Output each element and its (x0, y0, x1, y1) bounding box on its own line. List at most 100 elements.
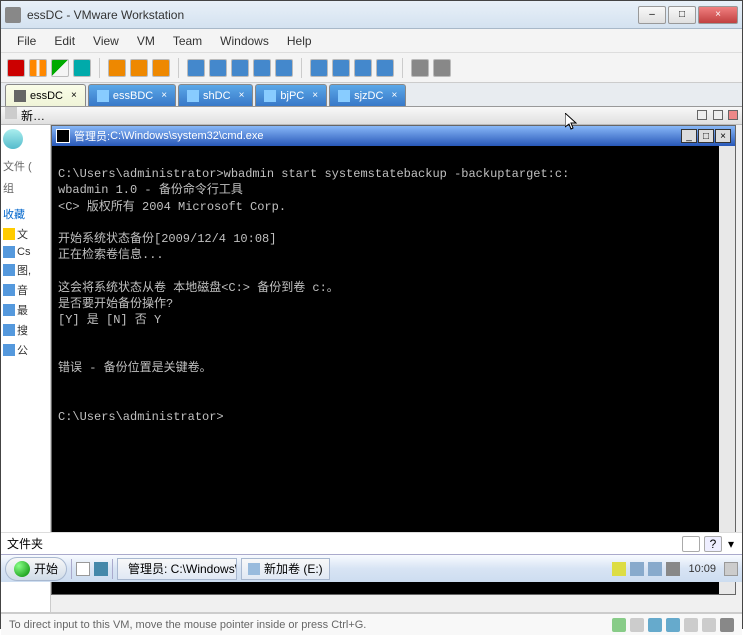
vm-tab-sjzdc[interactable]: sjzDC × (329, 84, 406, 106)
tray-icon[interactable] (612, 562, 626, 576)
show-summary-button[interactable] (209, 59, 227, 77)
usb-icon[interactable] (684, 618, 698, 632)
menu-help[interactable]: Help (279, 32, 320, 50)
view-slider-button[interactable] (682, 536, 700, 552)
guest-min-button[interactable] (697, 110, 707, 120)
vm-tab-shdc[interactable]: shDC × (178, 84, 253, 106)
tray-icon[interactable] (630, 562, 644, 576)
vm-tab-essbdc[interactable]: essBDC × (88, 84, 176, 106)
menu-windows[interactable]: Windows (212, 32, 277, 50)
system-tray[interactable]: 10:09 (612, 562, 738, 576)
show-appliance-button[interactable] (231, 59, 249, 77)
vm-tab-essdc[interactable]: essDC × (5, 84, 86, 106)
sound-icon[interactable] (702, 618, 716, 632)
capture-movie-button[interactable] (354, 59, 372, 77)
tab-icon (264, 90, 276, 102)
close-button[interactable]: × (698, 6, 738, 24)
suspend-button[interactable] (29, 59, 47, 77)
unity-button[interactable] (310, 59, 328, 77)
maximize-button[interactable]: □ (668, 6, 696, 24)
guest-max-button[interactable] (713, 110, 723, 120)
folder-icon (3, 324, 15, 336)
tab-label: shDC (203, 90, 231, 102)
sidebar-item[interactable]: 最 (17, 302, 28, 318)
revert-button[interactable] (130, 59, 148, 77)
folder-icon (3, 264, 15, 276)
favorites-label[interactable]: 收藏 (3, 206, 48, 222)
menu-view[interactable]: View (85, 32, 127, 50)
taskbar-item-volume[interactable]: 新加卷 (E:) (241, 558, 330, 580)
snapshot-manager-button[interactable] (152, 59, 170, 77)
chevron-down-icon[interactable]: ▾ (726, 536, 736, 552)
details-pane-button[interactable]: ? (704, 536, 722, 552)
task-label: 管理员: C:\Windows\… (128, 560, 237, 577)
sidebar-item[interactable]: 搜 (17, 322, 28, 338)
menu-team[interactable]: Team (165, 32, 210, 50)
guest-explorer-titlebar[interactable]: 新… (1, 107, 742, 125)
cmd-title-prefix: 管理员: (74, 128, 110, 144)
tab-close-icon[interactable]: × (161, 90, 167, 101)
separator (402, 58, 403, 78)
tab-close-icon[interactable]: × (391, 90, 397, 101)
tab-close-icon[interactable]: × (239, 90, 245, 101)
start-label: 开始 (34, 560, 58, 577)
volume-icon[interactable] (666, 562, 680, 576)
tab-label: sjzDC (354, 90, 383, 102)
cmd-titlebar[interactable]: 管理员: C:\Windows\system32\cmd.exe _ □ × (52, 126, 735, 146)
fullscreen-button[interactable] (275, 59, 293, 77)
floppy-icon[interactable] (648, 618, 662, 632)
titlebar[interactable]: essDC - VMware Workstation – □ × (1, 1, 742, 29)
taskbar-item-cmd[interactable]: 管理员: C:\Windows\… (117, 558, 237, 580)
folder-label: 文件夹 (7, 535, 43, 552)
start-button[interactable]: 开始 (5, 557, 67, 581)
sidebar-item[interactable]: 公 (17, 342, 28, 358)
tools-button-2[interactable] (433, 59, 451, 77)
folder-icon (3, 304, 15, 316)
hdd-icon[interactable] (612, 618, 626, 632)
poweroff-button[interactable] (7, 59, 25, 77)
clock[interactable]: 10:09 (688, 563, 716, 575)
guest-window-title: 新… (21, 107, 45, 124)
tab-icon (187, 90, 199, 102)
tools-button-1[interactable] (411, 59, 429, 77)
sidebar-item[interactable]: 音 (17, 282, 28, 298)
cmd-window[interactable]: 管理员: C:\Windows\system32\cmd.exe _ □ × C… (51, 125, 736, 595)
cmd-min-button[interactable]: _ (681, 129, 697, 143)
menu-edit[interactable]: Edit (46, 32, 83, 50)
network-icon[interactable] (648, 562, 662, 576)
guest-taskbar[interactable]: 开始 管理员: C:\Windows\… 新加卷 (E:) 10:09 (1, 554, 742, 582)
cmd-max-button[interactable]: □ (698, 129, 714, 143)
cmd-close-button[interactable]: × (715, 129, 731, 143)
snapshot-button[interactable] (108, 59, 126, 77)
separator (112, 559, 113, 579)
tab-close-icon[interactable]: × (312, 90, 318, 101)
menu-vm[interactable]: VM (129, 32, 163, 50)
guest-close-button[interactable] (728, 110, 738, 120)
poweron-button[interactable] (51, 59, 69, 77)
quick-switch-button[interactable] (253, 59, 271, 77)
vm-tab-bjpc[interactable]: bjPC × (255, 84, 327, 106)
misc-button[interactable] (376, 59, 394, 77)
show-console-button[interactable] (187, 59, 205, 77)
quick-launch-icon[interactable] (76, 562, 90, 576)
back-button[interactable] (3, 129, 23, 149)
sidebar-item[interactable]: 文 (17, 226, 28, 242)
sidebar-item[interactable]: 图, (17, 262, 31, 278)
cmd-scrollbar[interactable] (719, 146, 735, 594)
tab-label: essDC (30, 90, 63, 102)
capture-screen-button[interactable] (332, 59, 350, 77)
separator (71, 559, 72, 579)
reset-button[interactable] (73, 59, 91, 77)
tab-close-icon[interactable]: × (71, 90, 77, 101)
quick-launch-icon[interactable] (94, 562, 108, 576)
network-icon[interactable] (666, 618, 680, 632)
misc-icon[interactable] (720, 618, 734, 632)
cmd-output[interactable]: C:\Users\administrator>wbadmin start sys… (52, 146, 735, 594)
menu-file[interactable]: File (9, 32, 44, 50)
minimize-button[interactable]: – (638, 6, 666, 24)
tab-label: bjPC (280, 90, 304, 102)
cdrom-icon[interactable] (630, 618, 644, 632)
sidebar-item[interactable]: Cs (17, 246, 30, 258)
guest-display[interactable]: 新… 文件 ( 组 收藏 文 Cs 图, 音 最 搜 公 (1, 107, 742, 613)
show-desktop-button[interactable] (724, 562, 738, 576)
